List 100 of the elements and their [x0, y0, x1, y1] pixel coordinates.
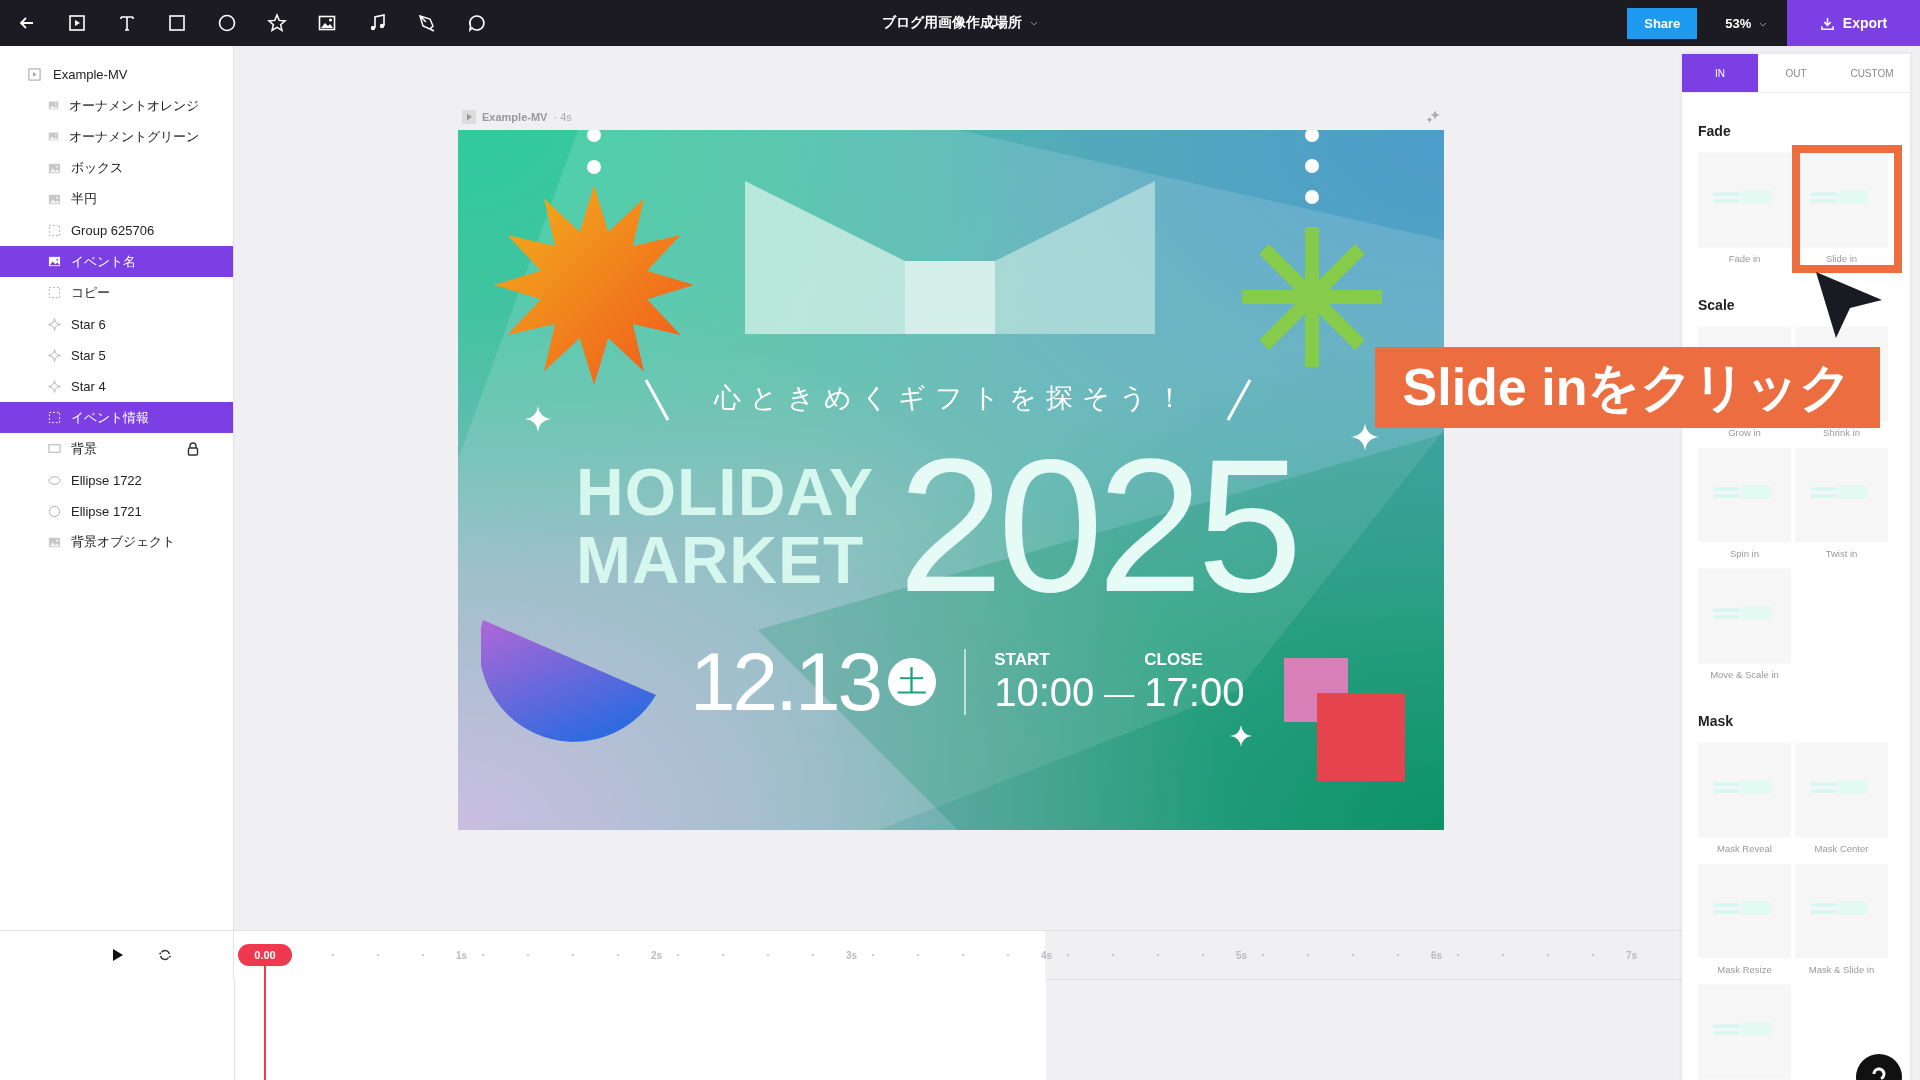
layer-item[interactable]: Ellipse 1722: [0, 464, 233, 496]
layer-name: Example-MV: [53, 67, 128, 83]
poster-date: 12.13: [690, 635, 881, 729]
section-title: Fade: [1698, 123, 1732, 139]
pen-tool-icon[interactable]: [417, 13, 437, 33]
sparkle-ornament: [525, 406, 551, 432]
video-layer-icon: [28, 68, 41, 82]
artboard-duration: · 4s: [553, 111, 572, 123]
text-tool-icon[interactable]: [117, 13, 137, 33]
layer-name: Group 625706: [71, 223, 156, 239]
layer-item[interactable]: ボックス: [0, 152, 233, 184]
time-tick: 1s: [455, 949, 467, 961]
time-tick: 6s: [1430, 949, 1442, 961]
download-icon: [1819, 15, 1835, 31]
poster-title: HOLIDAY: [576, 458, 874, 526]
layer-name: ボックス: [71, 159, 124, 178]
layer-name: コピー: [71, 283, 111, 302]
layer-name: Star 4: [71, 378, 107, 394]
animation-preset[interactable]: Fade in: [1698, 152, 1791, 273]
time-tick: 5s: [1235, 949, 1247, 961]
image-layer-icon: [48, 192, 61, 206]
animation-preset[interactable]: Mask & Slide in: [1795, 863, 1888, 984]
speech-bubble-icon[interactable]: [467, 13, 487, 33]
group-layer-icon: [48, 286, 61, 300]
lock-icon[interactable]: [187, 441, 199, 456]
poster-tagline: 心ときめくギフトを探そう！: [712, 381, 1193, 415]
poster-title: MARKET: [576, 526, 866, 594]
star-layer-icon: [48, 379, 61, 393]
image-layer-icon: [48, 161, 61, 175]
time-dash: —: [1104, 677, 1135, 711]
time-tick: 3s: [845, 949, 857, 961]
animation-preset[interactable]: Spin in: [1698, 447, 1791, 568]
share-button[interactable]: Share: [1627, 7, 1698, 39]
time-tick: 2s: [650, 949, 662, 961]
group-layer-icon: [48, 224, 61, 238]
star-layer-icon: [48, 317, 61, 331]
layer-item[interactable]: Group 625706: [0, 214, 233, 247]
rectangle-layer-icon: [48, 442, 61, 456]
caret-icon: [1759, 21, 1767, 27]
click-hint-tooltip: Slide inをクリック: [1375, 347, 1880, 428]
project-title-dropdown[interactable]: ブログ用画像作成場所: [876, 13, 1044, 33]
image-layer-icon: [48, 535, 61, 549]
circle-tool-icon[interactable]: [217, 13, 237, 33]
circle-layer-icon: [48, 504, 61, 518]
star-tool-icon[interactable]: [267, 13, 287, 33]
rectangle-tool-icon[interactable]: [167, 13, 187, 33]
poster-year: 2025: [898, 435, 1297, 615]
layer-name: イベント名: [71, 252, 137, 271]
layer-item[interactable]: Example-MV: [0, 59, 233, 91]
help-icon[interactable]: [1856, 1054, 1902, 1080]
layer-item[interactable]: オーナメントグリーン: [0, 121, 233, 153]
layer-name: オーナメントグリーン: [69, 127, 199, 146]
layer-name: Ellipse 1721: [71, 503, 143, 519]
layer-item[interactable]: オーナメントオレンジ: [0, 90, 233, 122]
layer-item[interactable]: Star 5: [0, 339, 233, 371]
layer-item[interactable]: Ellipse 1721: [0, 495, 233, 527]
dot-ornament: [586, 130, 602, 175]
layer-item[interactable]: 半円: [0, 183, 233, 215]
layer-item[interactable]: Star 4: [0, 370, 233, 403]
layer-name: Star 6: [71, 316, 107, 332]
start-time: 10:00: [994, 669, 1095, 715]
layer-name: 背景オブジェクト: [71, 533, 176, 552]
star-layer-icon: [48, 348, 61, 362]
animation-preset[interactable]: Mask Reveal: [1698, 742, 1791, 863]
export-button[interactable]: Export: [1787, 0, 1920, 46]
layer-name: オーナメントオレンジ: [69, 96, 199, 115]
layer-item[interactable]: Star 6: [0, 308, 233, 340]
layer-name: Ellipse 1722: [71, 472, 143, 488]
layer-name: Star 5: [71, 347, 107, 363]
ellipse-layer-icon: [48, 473, 61, 487]
loop-icon[interactable]: [158, 948, 172, 962]
layer-name: イベント情報: [71, 408, 150, 427]
layer-item[interactable]: イベント名: [0, 246, 233, 278]
animation-preset[interactable]: Move & Scale in: [1698, 568, 1791, 689]
time-tick: 7s: [1625, 949, 1637, 961]
video-frame-icon[interactable]: [67, 13, 87, 33]
layer-name: 半円: [71, 190, 98, 209]
playhead-time[interactable]: 0.00: [238, 944, 292, 966]
sparkle-ornament: [1351, 423, 1379, 451]
animation-tab[interactable]: CUSTOM: [1834, 54, 1910, 92]
animation-preset[interactable]: Twist in: [1795, 447, 1888, 568]
layer-item[interactable]: イベント情報: [0, 402, 233, 434]
layer-name: 背景: [71, 439, 98, 458]
caret-icon: [1029, 20, 1038, 26]
section-title: Mask: [1698, 713, 1735, 729]
zoom-dropdown[interactable]: 53%: [1697, 15, 1787, 31]
group-layer-icon: [48, 411, 61, 425]
layer-item[interactable]: 背景: [0, 433, 233, 465]
play-icon[interactable]: [110, 948, 124, 962]
layer-item[interactable]: コピー: [0, 277, 233, 309]
animation-tab[interactable]: IN: [1682, 54, 1758, 92]
layer-item[interactable]: 背景オブジェクト: [0, 526, 233, 558]
close-time: 17:00: [1144, 669, 1245, 715]
weekday-badge: 土: [888, 658, 937, 706]
image-tool-icon[interactable]: [317, 13, 337, 33]
animation-preset[interactable]: Mask Center: [1795, 742, 1888, 863]
section-title: Scale: [1698, 297, 1736, 313]
start-label: START: [994, 649, 1051, 670]
animation-preset[interactable]: Mask Resize: [1698, 863, 1791, 984]
artboard-name: Example-MV: [482, 111, 548, 123]
